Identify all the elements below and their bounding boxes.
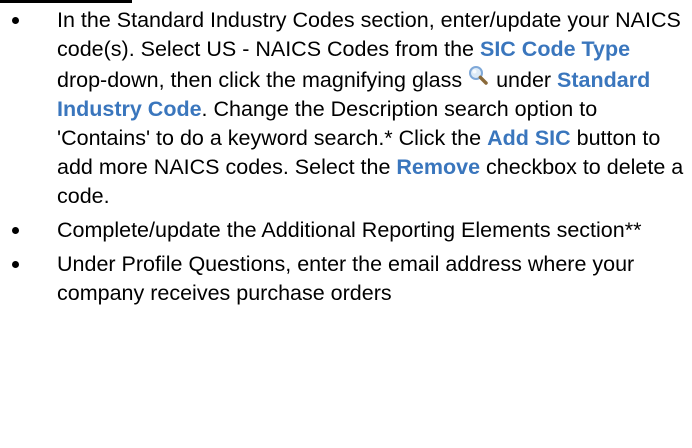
sic-code-type-label: SIC Code Type <box>479 37 631 61</box>
list-item-profile-questions: Under Profile Questions, enter the email… <box>0 250 692 308</box>
top-rule <box>0 0 132 3</box>
item-text: drop-down, then click the magnifying gla… <box>57 68 469 92</box>
bullet-icon <box>12 17 19 24</box>
instruction-list: In the Standard Industry Codes section, … <box>0 6 692 313</box>
magnifying-glass-icon <box>468 64 490 85</box>
remove-label: Remove <box>396 155 481 179</box>
bullet-icon <box>12 227 19 234</box>
item-text: Under Profile Questions, enter the email… <box>57 252 635 305</box>
list-item-naics-codes: In the Standard Industry Codes section, … <box>0 6 692 211</box>
add-sic-label: Add SIC <box>487 126 571 150</box>
bullet-icon <box>12 261 19 268</box>
item-text: Complete/update the Additional Reporting… <box>57 218 642 242</box>
list-item-additional-reporting: Complete/update the Additional Reporting… <box>0 216 692 245</box>
item-text: under <box>490 68 558 92</box>
